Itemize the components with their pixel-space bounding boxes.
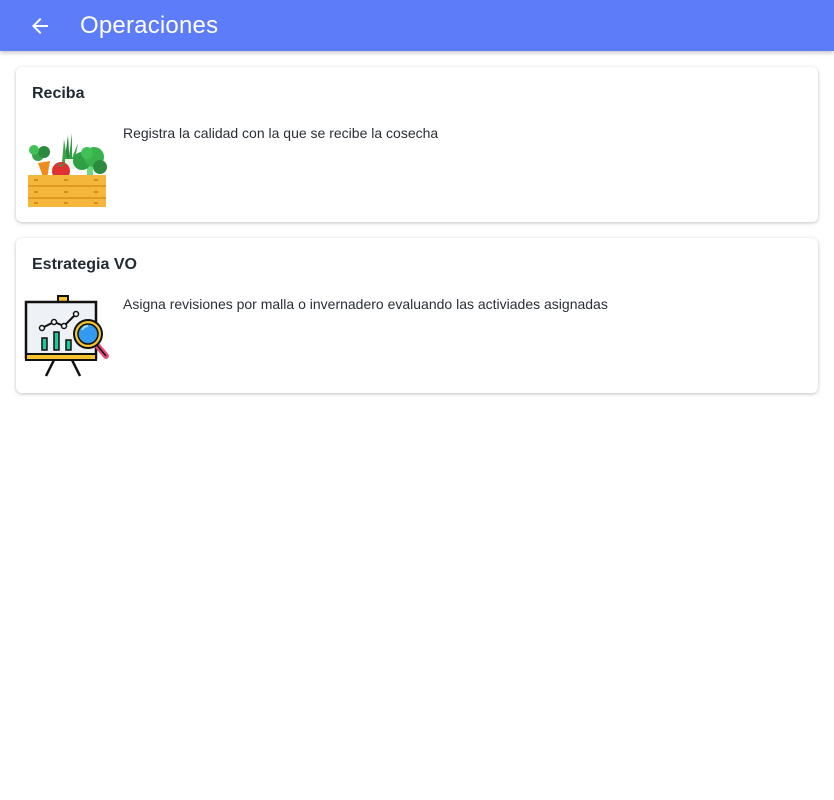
app-bar: Operaciones xyxy=(0,0,834,51)
card-description: Registra la calidad con la que se recibe… xyxy=(123,125,439,141)
vegetable-crate-icon xyxy=(28,133,107,207)
operation-card-estrategia-vo[interactable]: Estrategia VO Asigna revisiones por mall… xyxy=(16,238,818,393)
operation-card-reciba[interactable]: Reciba Registra la calidad con la que se… xyxy=(16,67,818,222)
card-description: Asigna revisiones por malla o invernader… xyxy=(123,296,608,312)
arrow-left-icon xyxy=(32,17,48,34)
analytics-board-icon xyxy=(24,295,109,377)
card-title: Estrategia VO xyxy=(32,256,137,273)
page-title: Operaciones xyxy=(80,11,219,39)
card-title: Reciba xyxy=(32,85,85,102)
back-button[interactable] xyxy=(20,6,60,46)
